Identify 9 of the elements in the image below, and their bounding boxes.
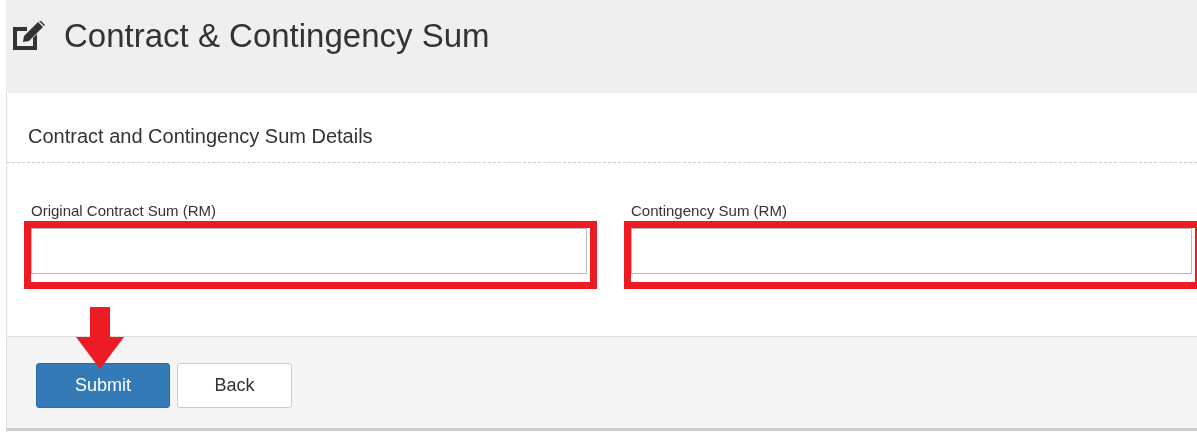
field-label: Original Contract Sum (RM): [31, 203, 218, 219]
input-field[interactable]: [31, 228, 587, 274]
input-field[interactable]: [631, 228, 1192, 274]
edit-icon: [10, 21, 46, 51]
submit-button[interactable]: Submit: [36, 363, 170, 408]
panel-heading: Contract and Contingency Sum Details: [7, 93, 1197, 163]
field-label: Contingency Sum (RM): [631, 203, 788, 219]
page-title: Contract & Contingency Sum: [64, 16, 490, 56]
back-button[interactable]: Back: [177, 363, 292, 408]
